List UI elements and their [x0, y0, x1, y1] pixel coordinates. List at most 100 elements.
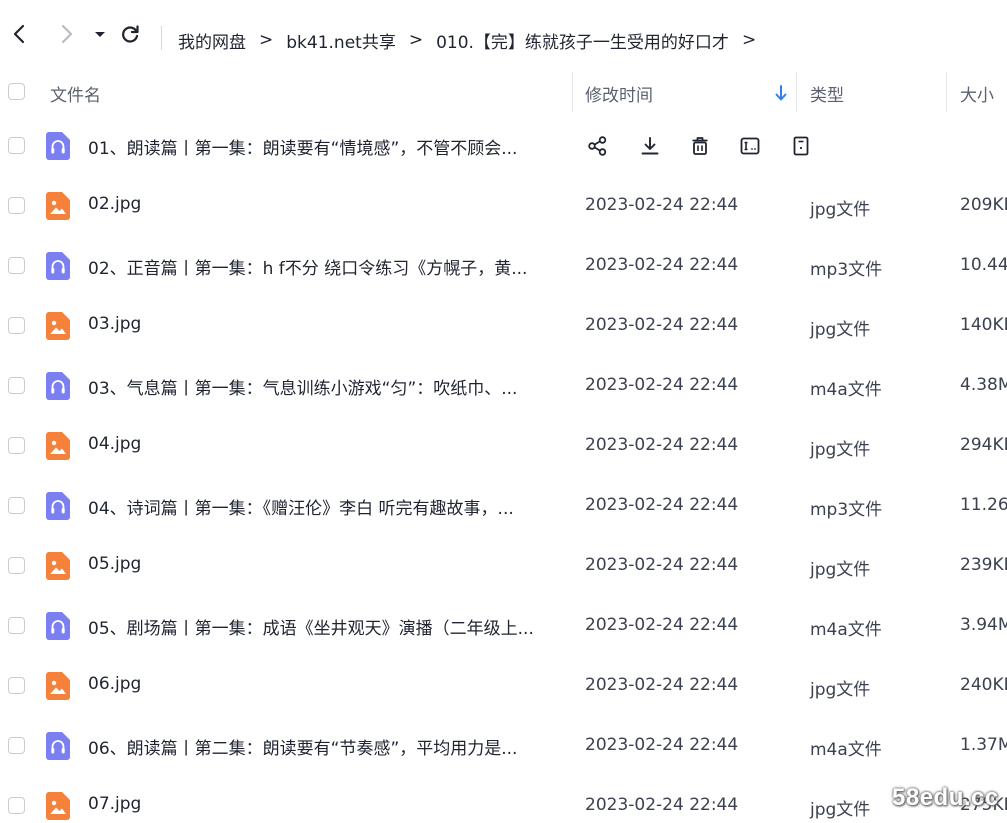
file-row[interactable]: 07.jpg2023-02-24 22:44jpg文件275KB: [0, 776, 1007, 823]
image-file-icon: [46, 552, 70, 580]
file-size: 1.37M: [960, 735, 1007, 755]
row-checkbox[interactable]: [8, 497, 25, 514]
row-checkbox[interactable]: [8, 197, 25, 214]
row-checkbox[interactable]: [8, 617, 25, 634]
file-type: m4a文件: [810, 620, 882, 640]
image-file-icon: [46, 432, 70, 460]
history-dropdown-button[interactable]: [88, 22, 112, 46]
file-type: m4a文件: [810, 740, 882, 760]
audio-file-icon: [46, 492, 70, 520]
file-row[interactable]: 06、朗读篇丨第二集：朗读要有“节奏感”，平均用力是... 2023-02-24 …: [0, 716, 1007, 776]
row-checkbox[interactable]: [8, 557, 25, 574]
delete-icon: [689, 135, 711, 157]
breadcrumb-item-root[interactable]: 我的网盘: [178, 28, 246, 53]
column-header-size[interactable]: 大小: [960, 81, 994, 106]
column-divider[interactable]: [572, 72, 573, 112]
file-type: jpg文件: [810, 200, 871, 220]
file-name[interactable]: 03.jpg: [88, 314, 141, 334]
file-row[interactable]: 05、剧场篇丨第一集：成语《坐井观天》演播（二年级上... 2023-02-24 …: [0, 596, 1007, 656]
caret-down-icon: [95, 32, 105, 37]
file-row[interactable]: 03、气息篇丨第一集：气息训练小游戏“匀”：吹纸巾、... 2023-02-24 …: [0, 356, 1007, 416]
file-name[interactable]: 04.jpg: [88, 434, 141, 454]
file-name[interactable]: 05、剧场篇丨第一集：成语《坐井观天》演播（二年级上...: [88, 614, 534, 639]
file-name[interactable]: 06、朗读篇丨第二集：朗读要有“节奏感”，平均用力是...: [88, 734, 517, 759]
file-row[interactable]: 04、诗词篇丨第一集：《赠汪伦》李白 听完有趣故事，... 2023-02-24 …: [0, 476, 1007, 536]
file-type: jpg文件: [810, 440, 871, 460]
file-modified-date: 2023-02-24 22:44: [585, 795, 739, 815]
file-row[interactable]: 02.jpg 2023-02-24 22:44 jpg文件 209KB: [0, 176, 1007, 236]
row-checkbox[interactable]: [8, 737, 25, 754]
column-divider[interactable]: [946, 72, 947, 112]
back-button[interactable]: [8, 22, 32, 46]
file-modified-date: 2023-02-24 22:44: [585, 435, 739, 455]
forward-button[interactable]: [54, 22, 78, 46]
column-header-type[interactable]: 类型: [810, 81, 844, 106]
file-row[interactable]: 04.jpg 2023-02-24 22:44 jpg文件 294KB: [0, 416, 1007, 476]
file-modified-date: 2023-02-24 22:44: [585, 735, 739, 755]
download-icon: [639, 135, 661, 157]
file-row[interactable]: 03.jpg 2023-02-24 22:44 jpg文件 140KB: [0, 296, 1007, 356]
audio-file-icon: [46, 252, 70, 280]
file-modified-date: 2023-02-24 22:44: [585, 375, 739, 395]
file-name[interactable]: 04、诗词篇丨第一集：《赠汪伦》李白 听完有趣故事，...: [88, 494, 514, 519]
row-checkbox[interactable]: [8, 437, 25, 454]
breadcrumb-separator[interactable]: >: [742, 30, 756, 50]
select-all-checkbox[interactable]: [8, 83, 25, 100]
image-file-icon: [46, 792, 70, 820]
file-modified-date: 2023-02-24 22:44: [585, 675, 739, 695]
chevron-left-icon: [13, 24, 25, 44]
image-file-icon: [46, 312, 70, 340]
file-name[interactable]: 02.jpg: [88, 194, 141, 214]
file-type: mp3文件: [810, 260, 883, 280]
column-divider[interactable]: [796, 72, 797, 112]
file-type: jpg文件: [810, 800, 871, 820]
toolbar-divider: [161, 26, 162, 50]
share-button[interactable]: [585, 132, 611, 160]
audio-file-icon: [46, 372, 70, 400]
row-checkbox[interactable]: [8, 797, 25, 814]
file-modified-date: 2023-02-24 22:44: [585, 315, 739, 335]
file-row[interactable]: 05.jpg 2023-02-24 22:44 jpg文件 239KB: [0, 536, 1007, 596]
file-row[interactable]: 02、正音篇丨第一集：h f不分 绕口令练习《方幌子，黄... 2023-02-2…: [0, 236, 1007, 296]
row-checkbox[interactable]: [8, 257, 25, 274]
file-type: jpg文件: [810, 320, 871, 340]
file-name[interactable]: 05.jpg: [88, 554, 141, 574]
breadcrumb: 我的网盘 > bk41.net共享 > 010.【完】练就孩子一生受用的好口才 …: [178, 27, 769, 53]
file-name[interactable]: 03、气息篇丨第一集：气息训练小游戏“匀”：吹纸巾、...: [88, 374, 517, 399]
file-size: 140KB: [960, 315, 1007, 335]
breadcrumb-item-share[interactable]: bk41.net共享: [286, 28, 396, 53]
file-name[interactable]: 02、正音篇丨第一集：h f不分 绕口令练习《方幌子，黄...: [88, 254, 527, 279]
download-button[interactable]: [637, 132, 663, 160]
file-name[interactable]: 06.jpg: [88, 674, 141, 694]
row-checkbox[interactable]: [8, 377, 25, 394]
column-header-name[interactable]: 文件名: [50, 81, 101, 106]
breadcrumb-item-current[interactable]: 010.【完】练就孩子一生受用的好口才: [436, 28, 729, 53]
file-size: 240KB: [960, 675, 1007, 695]
file-row[interactable]: 06.jpg 2023-02-24 22:44 jpg文件 240KB: [0, 656, 1007, 716]
file-type: mp3文件: [810, 500, 883, 520]
file-name[interactable]: 01、朗读篇丨第一集：朗读要有“情境感”，不管不顾会...: [88, 134, 517, 159]
sort-descending-icon[interactable]: [774, 84, 788, 102]
more-button[interactable]: [788, 132, 814, 160]
row-checkbox[interactable]: [8, 137, 25, 154]
file-row[interactable]: 01、朗读篇丨第一集：朗读要有“情境感”，不管不顾会...: [0, 116, 1007, 176]
rename-button[interactable]: [737, 132, 763, 160]
column-header: 文件名 修改时间 类型 大小: [0, 64, 1007, 120]
file-modified-date: 2023-02-24 22:44: [585, 555, 739, 575]
refresh-button[interactable]: [118, 22, 142, 46]
file-size: 294KB: [960, 435, 1007, 455]
file-name[interactable]: 07.jpg: [88, 794, 141, 814]
file-type: jpg文件: [810, 680, 871, 700]
row-checkbox[interactable]: [8, 317, 25, 334]
column-header-modified[interactable]: 修改时间: [585, 81, 653, 106]
watermark: 58edu.cc: [892, 784, 999, 811]
file-modified-date: 2023-02-24 22:44: [585, 255, 739, 275]
audio-file-icon: [46, 612, 70, 640]
image-file-icon: [46, 672, 70, 700]
delete-button[interactable]: [687, 132, 713, 160]
file-type: m4a文件: [810, 380, 882, 400]
audio-file-icon: [46, 132, 70, 160]
breadcrumb-separator: >: [259, 30, 274, 50]
row-checkbox[interactable]: [8, 677, 25, 694]
file-size: 239KB: [960, 555, 1007, 575]
